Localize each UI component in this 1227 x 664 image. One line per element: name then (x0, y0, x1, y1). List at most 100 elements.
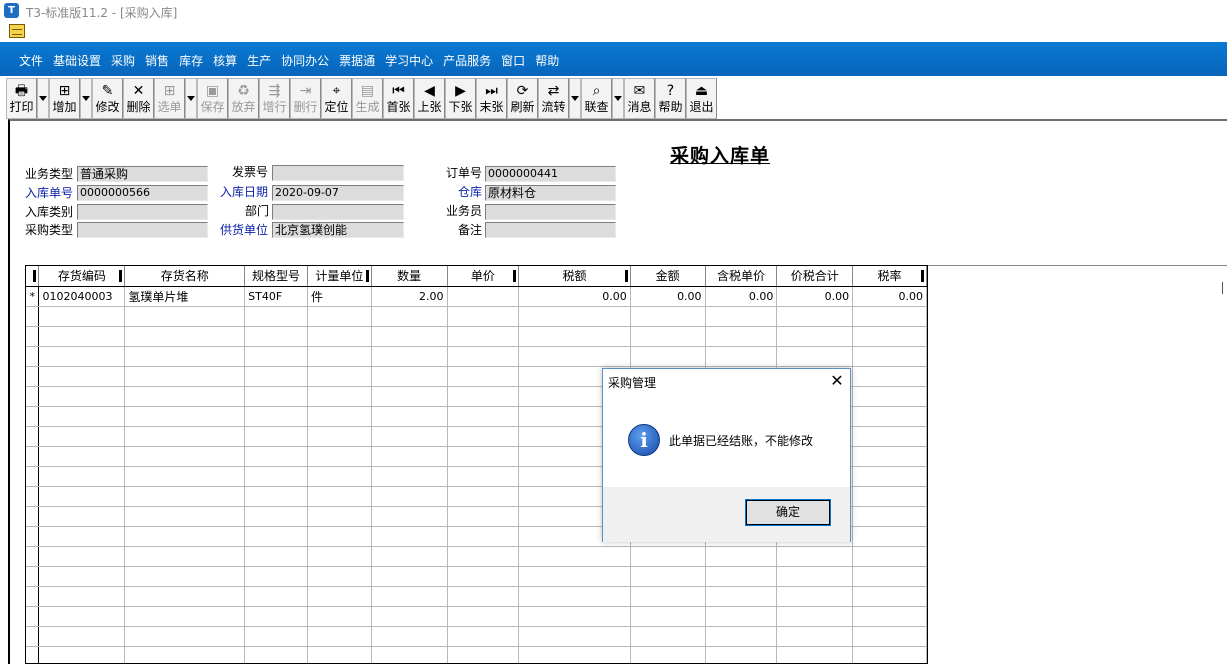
ok-button[interactable]: 确定 (745, 499, 831, 526)
grid-cell[interactable] (124, 386, 246, 407)
column-header[interactable]: 金额 (630, 266, 706, 287)
delete-row-button[interactable]: ⇥ 删行 (290, 78, 321, 119)
menu-item[interactable]: 帮助 (530, 53, 564, 69)
add-row-button[interactable]: ⇶ 增行 (259, 78, 290, 119)
grid-cell[interactable] (705, 646, 778, 663)
grid-cell[interactable] (852, 326, 927, 347)
grid-cell[interactable] (371, 626, 448, 647)
grid-cell[interactable] (371, 566, 448, 587)
next-record-button[interactable]: ▶ 下张 (445, 78, 476, 119)
grid-cell[interactable] (447, 526, 520, 547)
grid-cell[interactable] (518, 626, 631, 647)
grid-cell[interactable] (705, 606, 778, 627)
menu-item[interactable]: 销售 (140, 53, 174, 69)
row-selector[interactable] (26, 606, 40, 627)
grid-cell[interactable] (371, 466, 448, 487)
add-button[interactable]: ⊞ 增加 (49, 78, 80, 119)
grid-cell[interactable] (371, 346, 448, 367)
column-header[interactable]: 存货名称 (124, 266, 246, 287)
grid-cell[interactable] (447, 586, 520, 607)
order-no-field[interactable]: 0000000441 (485, 166, 616, 182)
grid-cell[interactable] (38, 446, 126, 467)
receipt-category-field[interactable] (77, 204, 208, 220)
grid-cell[interactable] (776, 546, 854, 567)
grid-cell[interactable] (447, 286, 520, 307)
grid-cell[interactable] (705, 586, 778, 607)
grid-cell[interactable] (630, 646, 706, 663)
grid-cell[interactable] (307, 566, 372, 587)
edit-button[interactable]: ✎ 修改 (92, 78, 123, 119)
grid-cell[interactable] (852, 486, 927, 507)
grid-cell[interactable] (852, 526, 927, 547)
grid-cell[interactable] (244, 426, 308, 447)
message-button[interactable]: ✉ 消息 (624, 78, 655, 119)
grid-cell[interactable] (307, 366, 372, 387)
menu-item[interactable]: 协同办公 (276, 53, 334, 69)
grid-cell[interactable] (447, 366, 520, 387)
grid-cell[interactable] (38, 586, 126, 607)
menu-item[interactable]: 学习中心 (380, 53, 438, 69)
grid-cell[interactable] (705, 326, 778, 347)
column-header[interactable]: 税率 (852, 266, 927, 287)
grid-cell[interactable] (852, 506, 927, 527)
grid-cell[interactable] (371, 646, 448, 663)
grid-cell[interactable] (371, 486, 448, 507)
grid-cell[interactable] (630, 586, 706, 607)
grid-cell[interactable] (705, 346, 778, 367)
grid-cell[interactable] (705, 306, 778, 327)
grid-cell[interactable] (518, 646, 631, 663)
grid-cell[interactable] (38, 546, 126, 567)
grid-cell[interactable] (371, 506, 448, 527)
warehouse-field[interactable]: 原材料仓 (485, 185, 616, 201)
grid-cell[interactable] (371, 546, 448, 567)
menu-item[interactable]: 基础设置 (48, 53, 106, 69)
grid-cell[interactable] (124, 526, 246, 547)
grid-cell[interactable] (776, 326, 854, 347)
grid-cell[interactable] (852, 546, 927, 567)
grid-cell[interactable] (776, 566, 854, 587)
grid-cell[interactable] (852, 466, 927, 487)
grid-cell[interactable] (307, 306, 372, 327)
grid-cell[interactable] (518, 566, 631, 587)
row-selector[interactable] (26, 386, 40, 407)
grid-cell[interactable]: 0.00 (776, 286, 854, 307)
business-type-field[interactable]: 普通采购 (77, 166, 208, 182)
grid-cell[interactable] (776, 586, 854, 607)
row-selector[interactable] (26, 526, 40, 547)
grid-cell[interactable] (244, 406, 308, 427)
grid-cell[interactable] (371, 386, 448, 407)
grid-cell[interactable] (124, 506, 246, 527)
grid-cell[interactable] (244, 606, 308, 627)
refresh-button[interactable]: ⟳ 刷新 (507, 78, 538, 119)
column-header[interactable]: 规格型号 (244, 266, 308, 287)
grid-cell[interactable] (705, 566, 778, 587)
grid-cell[interactable] (630, 626, 706, 647)
grid-cell[interactable] (518, 326, 631, 347)
grid-cell[interactable] (38, 466, 126, 487)
grid-cell[interactable] (371, 526, 448, 547)
grid-cell[interactable] (705, 626, 778, 647)
grid-cell[interactable] (307, 506, 372, 527)
grid-cell[interactable] (852, 586, 927, 607)
row-selector[interactable] (26, 446, 40, 467)
grid-cell[interactable] (307, 426, 372, 447)
grid-cell[interactable] (518, 586, 631, 607)
grid-cell[interactable] (447, 426, 520, 447)
grid-cell[interactable] (447, 506, 520, 527)
grid-cell[interactable] (124, 446, 246, 467)
row-selector[interactable] (26, 486, 40, 507)
grid-cell[interactable] (447, 326, 520, 347)
flow-button[interactable]: ⇄ 流转 (538, 78, 569, 119)
row-selector[interactable] (26, 626, 40, 647)
grid-cell[interactable] (776, 306, 854, 327)
grid-cell[interactable] (124, 326, 246, 347)
grid-cell[interactable] (38, 366, 126, 387)
grid-cell[interactable] (371, 426, 448, 447)
menu-item[interactable]: 生产 (242, 53, 276, 69)
grid-cell[interactable] (371, 406, 448, 427)
close-icon[interactable]: ✕ (827, 371, 847, 391)
column-header[interactable]: 存货编码 (38, 266, 126, 287)
grid-cell[interactable] (447, 626, 520, 647)
grid-cell[interactable] (630, 306, 706, 327)
grid-cell[interactable] (447, 466, 520, 487)
